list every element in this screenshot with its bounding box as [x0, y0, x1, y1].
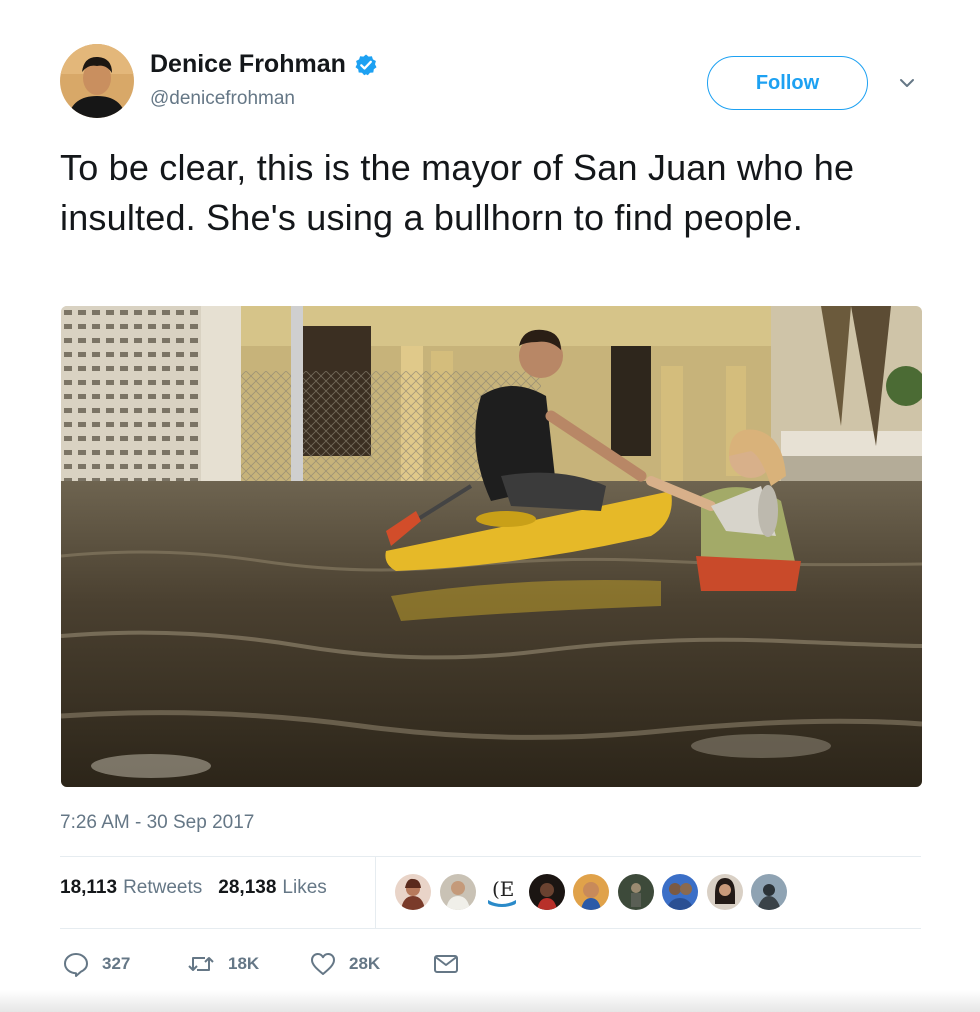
author-name[interactable]: Denice Frohman — [150, 50, 346, 79]
tweet-photo[interactable] — [61, 306, 922, 787]
retweet-count: 18K — [228, 954, 260, 973]
retweets-label[interactable]: Retweets — [123, 877, 202, 899]
retweet-button[interactable]: 18K — [186, 950, 259, 978]
divider-top — [60, 856, 921, 857]
like-button[interactable]: 28K — [309, 950, 380, 978]
liker-avatar[interactable] — [706, 874, 743, 910]
chevron-down-icon[interactable] — [896, 74, 918, 92]
reply-button[interactable]: 327 — [62, 950, 130, 978]
liker-avatar[interactable] — [439, 874, 476, 910]
liker-avatar[interactable] — [751, 874, 787, 910]
likes-label[interactable]: Likes — [282, 877, 326, 899]
author-avatar[interactable] — [60, 44, 134, 118]
author-handle[interactable]: @denicefrohman — [150, 88, 295, 110]
follow-button[interactable]: Follow — [707, 56, 868, 110]
verified-badge-icon — [354, 53, 378, 77]
liker-avatar[interactable] — [662, 874, 698, 910]
liker-avatar[interactable]: (E — [484, 874, 520, 910]
likes-count[interactable]: 28,138 — [218, 877, 276, 899]
reply-icon — [62, 950, 90, 978]
liker-avatar[interactable] — [573, 874, 609, 910]
retweet-icon — [186, 950, 216, 978]
tweet-stats: 18,113 Retweets 28,138 Likes — [60, 877, 343, 899]
liker-avatar[interactable] — [617, 874, 654, 910]
svg-text:(E: (E — [492, 877, 514, 901]
direct-message-button[interactable] — [432, 950, 460, 978]
liker-avatar[interactable] — [528, 874, 565, 910]
author-name-row[interactable]: Denice Frohman — [150, 50, 378, 79]
divider-bottom — [60, 928, 921, 929]
liker-avatar[interactable] — [395, 874, 431, 910]
retweets-count[interactable]: 18,113 — [60, 877, 117, 899]
bottom-edge — [0, 990, 980, 1012]
heart-icon — [309, 950, 337, 978]
envelope-icon — [432, 950, 460, 978]
tweet-text: To be clear, this is the mayor of San Ju… — [60, 147, 855, 238]
reply-count: 327 — [102, 954, 131, 973]
liker-avatars: (E — [395, 874, 796, 910]
stats-separator — [375, 857, 376, 929]
tweet-timestamp[interactable]: 7:26 AM - 30 Sep 2017 — [60, 812, 254, 834]
tweet-card: Denice Frohman @denicefrohman Follow To … — [0, 0, 980, 1012]
like-count: 28K — [349, 954, 381, 973]
